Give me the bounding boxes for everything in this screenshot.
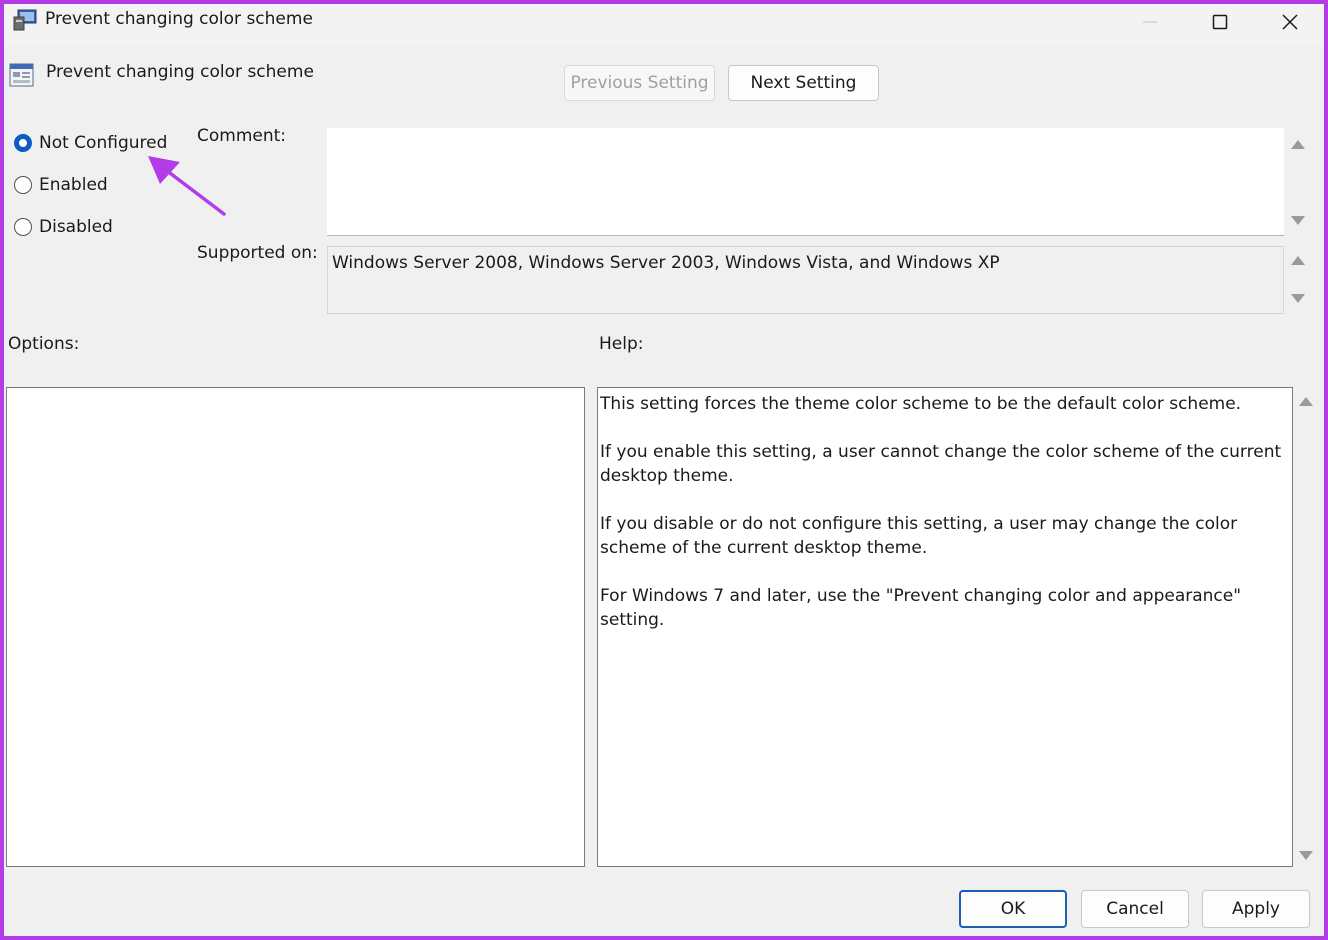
ok-button[interactable]: OK (959, 890, 1067, 928)
radio-enabled[interactable]: Enabled (14, 173, 108, 197)
previous-setting-button[interactable]: Previous Setting (564, 65, 715, 101)
radio-indicator-checked (14, 134, 32, 152)
help-label: Help: (599, 334, 644, 354)
options-label: Options: (8, 334, 80, 354)
group-policy-app-icon (13, 9, 37, 31)
scroll-down-icon[interactable] (1291, 294, 1305, 303)
cancel-button[interactable]: Cancel (1081, 890, 1189, 928)
scroll-down-icon[interactable] (1299, 851, 1313, 860)
setting-name: Prevent changing color scheme (46, 62, 314, 82)
scroll-down-icon[interactable] (1291, 216, 1305, 225)
scroll-up-icon[interactable] (1291, 140, 1305, 149)
help-paragraph: If you disable or do not configure this … (600, 514, 1238, 558)
supported-on-label: Supported on: (197, 243, 318, 263)
policy-setting-icon (9, 63, 34, 87)
supported-on-value: Windows Server 2008, Windows Server 2003… (332, 253, 1000, 273)
radio-indicator (14, 218, 32, 236)
comment-scrollbar[interactable] (1286, 128, 1310, 236)
maximize-button[interactable] (1186, 4, 1254, 40)
radio-disabled[interactable]: Disabled (14, 215, 113, 239)
help-panel: This setting forces the theme color sche… (597, 387, 1293, 867)
policy-setting-window: Prevent changing color scheme Prevent ch… (4, 4, 1324, 936)
close-button[interactable] (1256, 4, 1324, 40)
help-paragraph: If you enable this setting, a user canno… (600, 442, 1282, 486)
comment-textarea[interactable] (327, 128, 1284, 236)
next-setting-button[interactable]: Next Setting (728, 65, 879, 101)
scroll-up-icon[interactable] (1299, 397, 1313, 406)
radio-indicator (14, 176, 32, 194)
apply-button[interactable]: Apply (1202, 890, 1310, 928)
comment-label: Comment: (197, 126, 287, 146)
title-bar: Prevent changing color scheme (4, 4, 1324, 44)
radio-label: Not Configured (39, 133, 168, 153)
radio-label: Enabled (39, 175, 108, 195)
maximize-icon (1212, 14, 1228, 30)
radio-not-configured[interactable]: Not Configured (14, 131, 167, 155)
help-scrollbar[interactable] (1294, 387, 1318, 867)
supported-on-field: Windows Server 2008, Windows Server 2003… (327, 246, 1284, 314)
minimize-icon (1143, 21, 1157, 23)
radio-label: Disabled (39, 217, 113, 237)
help-paragraph: This setting forces the theme color sche… (600, 394, 1242, 414)
minimize-button[interactable] (1116, 4, 1184, 40)
help-text: This setting forces the theme color sche… (600, 392, 1290, 656)
window-title: Prevent changing color scheme (45, 9, 313, 29)
help-paragraph: For Windows 7 and later, use the "Preven… (600, 586, 1242, 630)
annotation-arrow-icon (148, 156, 226, 216)
supported-on-scrollbar[interactable] (1286, 246, 1310, 314)
close-icon (1282, 14, 1298, 30)
options-panel (6, 387, 585, 867)
scroll-up-icon[interactable] (1291, 256, 1305, 265)
